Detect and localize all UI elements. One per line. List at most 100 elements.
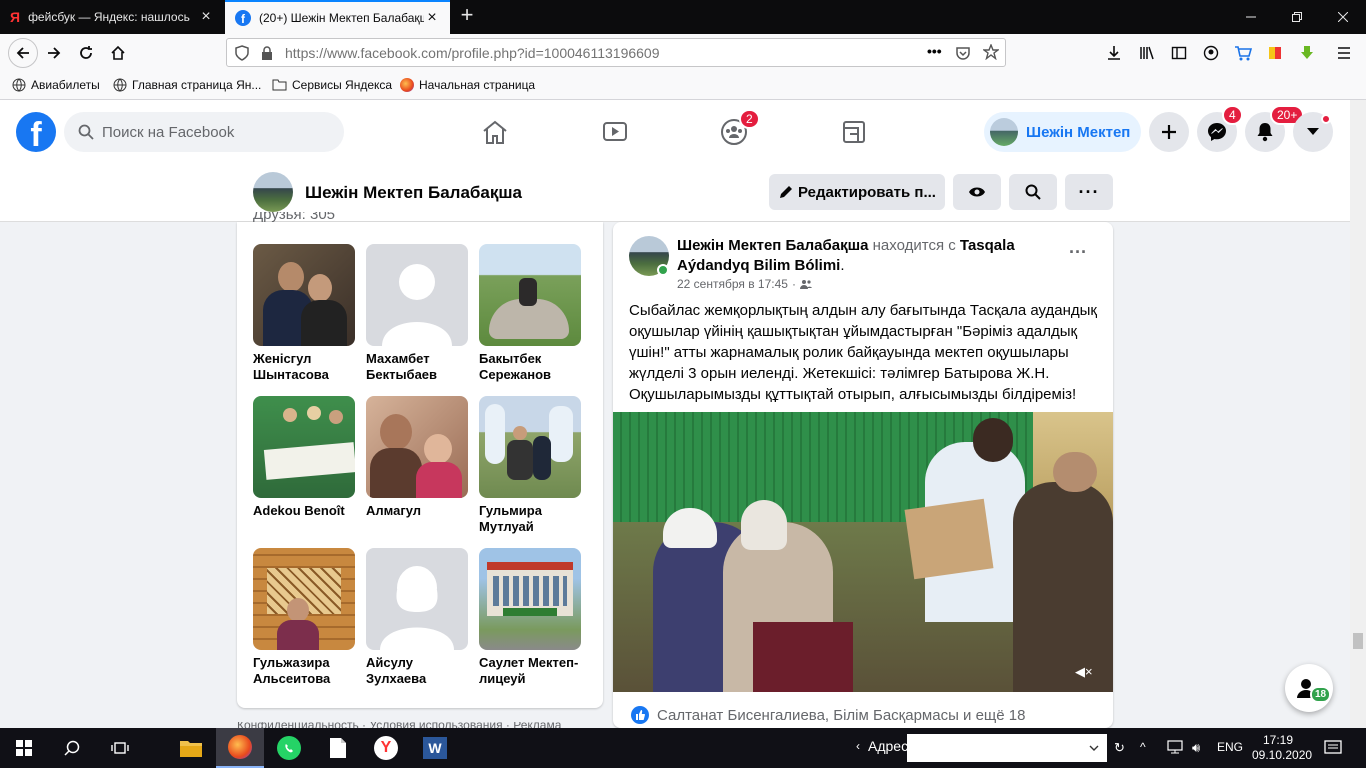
- new-message-button[interactable]: 18: [1285, 664, 1333, 712]
- friend-name[interactable]: Бакытбек Сережанов: [479, 351, 581, 383]
- friend-item[interactable]: Саулет Мектеп-лицеуй: [479, 548, 581, 687]
- friend-item[interactable]: Гульжазира Альсеитова: [253, 548, 355, 687]
- library-icon[interactable]: [1133, 39, 1161, 67]
- network-icon[interactable]: [1167, 740, 1183, 754]
- task-view-button[interactable]: [96, 728, 144, 768]
- sidebar-icon[interactable]: [1165, 39, 1193, 67]
- minimize-button[interactable]: [1228, 0, 1274, 34]
- friend-photo[interactable]: [366, 396, 468, 498]
- pocket-icon[interactable]: [955, 45, 971, 61]
- home-button[interactable]: [104, 39, 132, 67]
- go-icon[interactable]: ↻: [1114, 740, 1125, 756]
- menu-icon[interactable]: [1330, 39, 1358, 67]
- notification-center-icon[interactable]: [1324, 740, 1342, 756]
- address-input[interactable]: [907, 734, 1107, 762]
- close-tab-icon[interactable]: ×: [198, 8, 214, 26]
- facebook-logo[interactable]: f: [16, 112, 56, 152]
- account-icon[interactable]: [1197, 39, 1225, 67]
- page-actions-icon[interactable]: •••: [927, 43, 942, 59]
- friend-name[interactable]: Айсулу Зулхаева: [366, 655, 468, 687]
- tab-facebook[interactable]: f (20+) Шежін Мектеп Балабақша ×: [225, 0, 450, 34]
- forward-button[interactable]: [40, 39, 68, 67]
- profile-name[interactable]: Шежін Мектеп Балабақша: [305, 183, 522, 203]
- reload-button[interactable]: [72, 39, 100, 67]
- post-options-icon[interactable]: ···: [1069, 242, 1087, 263]
- clock[interactable]: 17:19 09.10.2020: [1252, 733, 1312, 763]
- friend-name[interactable]: Adekou Benoît: [253, 503, 355, 519]
- nav-watch[interactable]: [560, 100, 670, 164]
- friend-item[interactable]: Махамбет Бектыбаев: [366, 244, 468, 383]
- new-tab-button[interactable]: +: [456, 4, 478, 27]
- friend-photo[interactable]: [479, 396, 581, 498]
- language-indicator[interactable]: ENG: [1217, 740, 1243, 754]
- reactions-row[interactable]: Салтанат Бисенгалиева, Білім Басқармасы …: [631, 706, 1025, 724]
- profile-avatar[interactable]: [253, 172, 293, 212]
- cart-icon[interactable]: [1229, 39, 1257, 67]
- restore-button[interactable]: [1274, 0, 1320, 34]
- start-button[interactable]: [0, 728, 48, 768]
- tab-yandex-search[interactable]: Я фейсбук — Яндекс: нашлось ×: [0, 0, 224, 34]
- friend-name[interactable]: Махамбет Бектыбаев: [366, 351, 468, 383]
- bookmark-folder[interactable]: Сервисы Яндекса: [272, 78, 392, 92]
- create-button[interactable]: [1149, 112, 1189, 152]
- friend-item[interactable]: Айсулу Зулхаева: [366, 548, 468, 687]
- shield-icon[interactable]: [235, 45, 249, 61]
- nav-groups[interactable]: 2: [679, 100, 789, 164]
- friend-photo[interactable]: [479, 548, 581, 650]
- bookmark-item[interactable]: Авиабилеты: [12, 78, 100, 92]
- default-avatar[interactable]: [366, 548, 468, 650]
- bookmark-star-icon[interactable]: [983, 44, 999, 60]
- bookmark-item[interactable]: Главная страница Ян...: [113, 78, 261, 92]
- search-button[interactable]: [48, 728, 96, 768]
- mute-icon[interactable]: ◀×: [1075, 664, 1095, 682]
- page-scrollbar[interactable]: [1350, 100, 1366, 728]
- friends-audience-icon[interactable]: [799, 279, 812, 289]
- friend-item[interactable]: Гульмира Мутлуай: [479, 396, 581, 535]
- chevron-left-icon[interactable]: ‹: [856, 739, 860, 753]
- friend-photo[interactable]: [253, 244, 355, 346]
- taskbar-whatsapp[interactable]: [265, 728, 313, 768]
- view-as-button[interactable]: [953, 174, 1001, 210]
- friend-photo[interactable]: [253, 548, 355, 650]
- back-button[interactable]: [8, 38, 38, 68]
- scrollbar-thumb[interactable]: [1353, 633, 1363, 649]
- friend-item[interactable]: Бакытбек Сережанов: [479, 244, 581, 383]
- friend-item[interactable]: Женісгул Шынтасова: [253, 244, 355, 383]
- savefrom-icon[interactable]: [1293, 39, 1321, 67]
- friend-item[interactable]: Алмагул: [366, 396, 468, 519]
- friend-photo[interactable]: [479, 244, 581, 346]
- friend-name[interactable]: Гульжазира Альсеитова: [253, 655, 355, 687]
- volume-icon[interactable]: 🔊︎: [1192, 740, 1200, 756]
- close-tab-icon[interactable]: ×: [424, 9, 440, 27]
- nav-home[interactable]: [440, 100, 550, 164]
- lock-icon[interactable]: [261, 45, 273, 61]
- taskbar-yandex-browser[interactable]: Y: [362, 728, 410, 768]
- post-author[interactable]: Шежін Мектеп Балабақша: [677, 237, 868, 254]
- default-avatar[interactable]: [366, 244, 468, 346]
- friend-name[interactable]: Женісгул Шынтасова: [253, 351, 355, 383]
- facebook-search-input[interactable]: Поиск на Facebook: [64, 112, 344, 152]
- friend-item[interactable]: Adekou Benoît: [253, 396, 355, 519]
- taskbar-explorer[interactable]: [167, 728, 215, 768]
- downloads-icon[interactable]: [1100, 39, 1128, 67]
- url-bar[interactable]: https://www.facebook.com/profile.php?id=…: [226, 38, 1006, 67]
- more-options-button[interactable]: ···: [1065, 174, 1113, 210]
- friend-name[interactable]: Саулет Мектеп-лицеуй: [479, 655, 581, 687]
- friend-name[interactable]: Алмагул: [366, 503, 468, 519]
- taskbar-firefox[interactable]: [216, 728, 264, 768]
- notifications-button[interactable]: 20+: [1245, 105, 1305, 152]
- messenger-button[interactable]: 4: [1197, 105, 1243, 152]
- profile-shortcut[interactable]: Шежін Мектеп: [984, 112, 1141, 152]
- taskbar-word[interactable]: W: [411, 728, 459, 768]
- taskbar-notepad[interactable]: [314, 728, 362, 768]
- bookmark-item[interactable]: Начальная страница: [400, 78, 535, 92]
- friend-photo[interactable]: [253, 396, 355, 498]
- show-hidden-icons[interactable]: ^: [1140, 740, 1146, 754]
- close-window-button[interactable]: [1320, 0, 1366, 34]
- chevron-down-icon[interactable]: [1089, 745, 1099, 751]
- edit-profile-button[interactable]: Редактировать п...: [769, 174, 945, 210]
- post-timestamp[interactable]: 22 сентября в 17:45: [677, 277, 788, 291]
- post-photo[interactable]: ◀×: [613, 412, 1113, 692]
- profile-search-button[interactable]: [1009, 174, 1057, 210]
- nav-gaming[interactable]: [799, 100, 909, 164]
